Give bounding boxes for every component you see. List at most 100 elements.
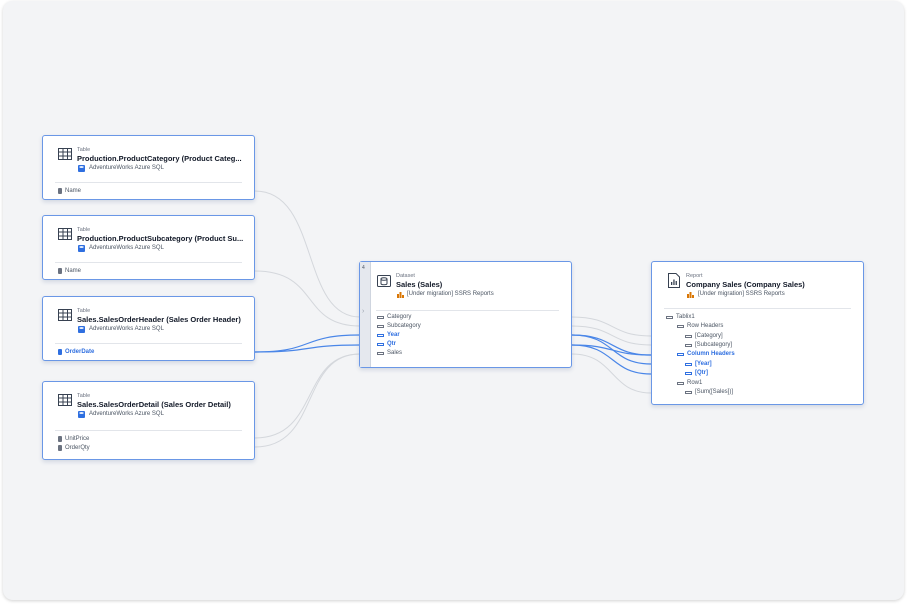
- node-kind-label: Table: [77, 308, 91, 314]
- field-label: Name: [65, 268, 82, 274]
- field-label: Sales: [387, 350, 403, 356]
- database-icon: [78, 326, 85, 333]
- table-icon: [58, 228, 72, 240]
- node-title: Sales.SalesOrderHeader (Sales Order Head…: [77, 315, 241, 324]
- tree-label: [Qtr]: [695, 370, 708, 376]
- tree-item-subcategory[interactable]: [Subcategory]: [685, 342, 732, 348]
- field-orderdate[interactable]: OrderDate: [58, 349, 94, 355]
- node-source: AdventureWorks Azure SQL: [89, 245, 164, 251]
- field-year[interactable]: Year: [377, 332, 400, 338]
- table-card-productcategory[interactable]: Table Production.ProductCategory (Produc…: [42, 135, 255, 200]
- group-icon: [677, 381, 684, 385]
- node-kind-label: Table: [77, 393, 91, 399]
- field-icon: [377, 351, 384, 355]
- tree-label: Row1: [687, 380, 703, 386]
- field-label: Subcategory: [387, 323, 421, 329]
- field-category[interactable]: Category: [377, 314, 411, 320]
- field-icon: [377, 315, 384, 319]
- tree-label: Tablix1: [676, 314, 695, 320]
- column-icon: [58, 268, 62, 274]
- field-qtr[interactable]: Qtr: [377, 341, 396, 347]
- field-icon: [377, 342, 384, 346]
- field-icon: [685, 371, 692, 375]
- node-source: [Under migration] SSRS Reports: [698, 291, 785, 297]
- field-label: OrderDate: [65, 349, 95, 355]
- divider: [55, 343, 242, 344]
- table-card-salesorderdetail[interactable]: Table Sales.SalesOrderDetail (Sales Orde…: [42, 381, 255, 460]
- tree-label: [Category]: [695, 333, 723, 339]
- dataset-card-sales[interactable]: 4 › Dataset Sales (Sales) [Under migrati…: [359, 261, 572, 368]
- divider: [376, 310, 559, 311]
- divider: [55, 262, 242, 263]
- field-label: UnitPrice: [65, 436, 90, 442]
- database-icon: [78, 411, 85, 418]
- tree-item-row1[interactable]: Row1: [677, 380, 702, 386]
- column-icon: [58, 445, 62, 451]
- divider: [55, 430, 242, 431]
- dataset-icon: [377, 275, 391, 287]
- field-sales[interactable]: Sales: [377, 350, 402, 356]
- field-subcategory[interactable]: Subcategory: [377, 323, 421, 329]
- column-icon: [58, 436, 62, 442]
- tree-label: Row Headers: [687, 323, 724, 329]
- node-source: AdventureWorks Azure SQL: [89, 165, 164, 171]
- node-title: Company Sales (Company Sales): [686, 280, 805, 289]
- group-icon: [677, 352, 684, 356]
- tree-item-category[interactable]: [Category]: [685, 333, 723, 339]
- field-name[interactable]: Name: [58, 268, 81, 274]
- tree-item-qtr[interactable]: [Qtr]: [685, 370, 708, 376]
- field-orderqty[interactable]: OrderQty: [58, 445, 90, 451]
- node-title: Production.ProductSubcategory (Product S…: [77, 234, 244, 243]
- node-source: AdventureWorks Azure SQL: [89, 326, 164, 332]
- group-icon: [677, 324, 684, 328]
- field-label: Qtr: [387, 341, 396, 347]
- tree-item-tablix1[interactable]: Tablix1: [666, 314, 695, 320]
- field-name[interactable]: Name: [58, 188, 81, 194]
- node-kind-label: Dataset: [396, 273, 415, 279]
- tree-item-sum-sales[interactable]: [Sum([Sales])]: [685, 389, 733, 395]
- database-icon: [78, 245, 85, 252]
- field-label: Category: [387, 314, 412, 320]
- tree-label: [Subcategory]: [695, 342, 733, 348]
- report-card-company-sales[interactable]: Report Company Sales (Company Sales) [Un…: [651, 261, 864, 405]
- tree-item-column-headers[interactable]: Column Headers: [677, 351, 735, 357]
- tree-label: Column Headers: [687, 351, 735, 357]
- field-label: Year: [387, 332, 400, 338]
- table-card-productsubcategory[interactable]: Table Production.ProductSubcategory (Pro…: [42, 215, 255, 280]
- node-title: Sales (Sales): [396, 280, 443, 289]
- report-server-icon: [397, 292, 404, 298]
- field-label: Name: [65, 188, 82, 194]
- column-icon: [58, 349, 62, 355]
- tree-label: [Year]: [695, 361, 712, 367]
- divider: [55, 182, 242, 183]
- field-icon: [377, 333, 384, 337]
- node-title: Sales.SalesOrderDetail (Sales Order Deta…: [77, 400, 231, 409]
- database-icon: [78, 165, 85, 172]
- node-source: AdventureWorks Azure SQL: [89, 411, 164, 417]
- node-kind-label: Report: [686, 273, 703, 279]
- table-icon: [58, 394, 72, 406]
- node-title: Production.ProductCategory (Product Cate…: [77, 154, 242, 163]
- table-icon: [58, 309, 72, 321]
- divider: [664, 308, 851, 309]
- report-server-icon: [687, 292, 694, 298]
- field-icon: [377, 324, 384, 328]
- table-card-salesorderheader[interactable]: Table Sales.SalesOrderHeader (Sales Orde…: [42, 296, 255, 361]
- chevron-right-icon[interactable]: ›: [362, 308, 364, 315]
- tree-item-row-headers[interactable]: Row Headers: [677, 323, 723, 329]
- table-icon: [58, 148, 72, 160]
- field-unitprice[interactable]: UnitPrice: [58, 436, 89, 442]
- node-source: [Under migration] SSRS Reports: [407, 291, 494, 297]
- field-icon: [685, 390, 692, 394]
- report-icon: [668, 273, 680, 288]
- field-label: OrderQty: [65, 445, 90, 451]
- node-kind-label: Table: [77, 227, 91, 233]
- tree-item-year[interactable]: [Year]: [685, 361, 712, 367]
- tablix-icon: [666, 315, 673, 319]
- badge-count: 4: [362, 265, 365, 271]
- field-icon: [685, 343, 692, 347]
- dataset-gutter[interactable]: 4 ›: [360, 262, 371, 367]
- field-icon: [685, 362, 692, 366]
- column-icon: [58, 188, 62, 194]
- field-icon: [685, 334, 692, 338]
